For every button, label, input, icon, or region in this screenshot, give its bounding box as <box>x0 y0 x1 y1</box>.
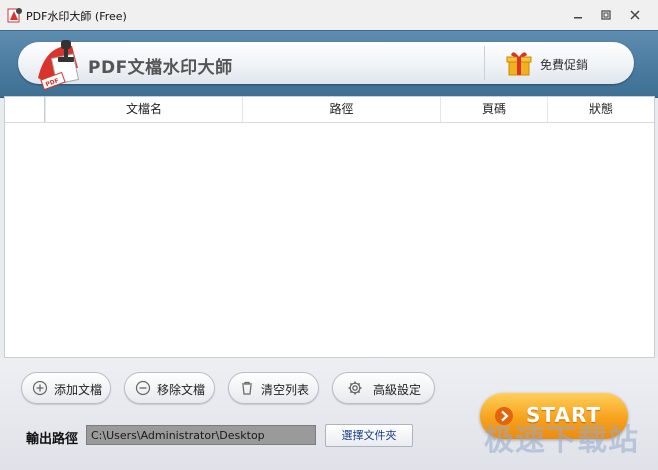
restore-button[interactable] <box>598 7 614 23</box>
banner-title: PDF文檔水印大師 <box>88 58 233 78</box>
add-document-button[interactable]: 添加文檔 <box>21 372 111 404</box>
clear-list-button[interactable]: 清空列表 <box>228 372 319 404</box>
choose-folder-button[interactable]: 選擇文件夾 <box>325 424 413 447</box>
column-header-filename[interactable]: 文檔名 <box>45 97 242 122</box>
select-column-header[interactable] <box>5 97 45 122</box>
remove-document-button[interactable]: 移除文檔 <box>124 372 215 404</box>
advanced-settings-label: 高級設定 <box>373 383 422 397</box>
file-table[interactable]: 文檔名 路徑 頁碼 狀態 <box>4 96 655 358</box>
app-icon <box>7 8 22 23</box>
bottom-panel: 添加文檔 移除文檔 清空列表 高級設定 輸出路徑 選擇文件夾 START 极速下… <box>0 358 658 470</box>
table-body[interactable] <box>5 123 654 357</box>
gear-icon <box>348 381 362 395</box>
close-button[interactable] <box>627 7 643 23</box>
plus-circle-icon <box>32 380 48 396</box>
column-header-path[interactable]: 路徑 <box>242 97 440 122</box>
clear-list-label: 清空列表 <box>261 383 310 397</box>
table-header: 文檔名 路徑 頁碼 狀態 <box>5 97 654 123</box>
header-banner: PDF PDF文檔水印大師 免費促銷 <box>0 30 658 98</box>
add-document-label: 添加文檔 <box>54 383 103 397</box>
gift-icon[interactable] <box>505 49 533 77</box>
window-title: PDF水印大師 (Free) <box>26 10 127 23</box>
minus-circle-icon <box>135 380 151 396</box>
trash-icon <box>242 381 252 395</box>
banner-pill: PDF PDF文檔水印大師 免費促銷 <box>18 40 634 90</box>
close-icon <box>630 10 640 20</box>
advanced-settings-button[interactable]: 高級設定 <box>332 372 435 404</box>
promo-link[interactable]: 免費促銷 <box>540 56 588 73</box>
banner-divider <box>484 46 485 80</box>
column-header-status[interactable]: 狀態 <box>547 97 654 122</box>
output-path-label: 輸出路徑 <box>26 432 79 447</box>
minimize-button[interactable] <box>570 7 586 23</box>
title-bar: PDF水印大師 (Free) <box>0 0 658 30</box>
site-watermark: 极速下载站 <box>484 423 639 458</box>
pdf-stamp-logo-icon: PDF <box>38 40 80 90</box>
column-header-pages[interactable]: 頁碼 <box>440 97 547 122</box>
remove-document-label: 移除文檔 <box>157 383 206 397</box>
minimize-icon <box>574 17 582 19</box>
output-path-field[interactable] <box>86 425 316 445</box>
restore-icon <box>601 10 611 20</box>
